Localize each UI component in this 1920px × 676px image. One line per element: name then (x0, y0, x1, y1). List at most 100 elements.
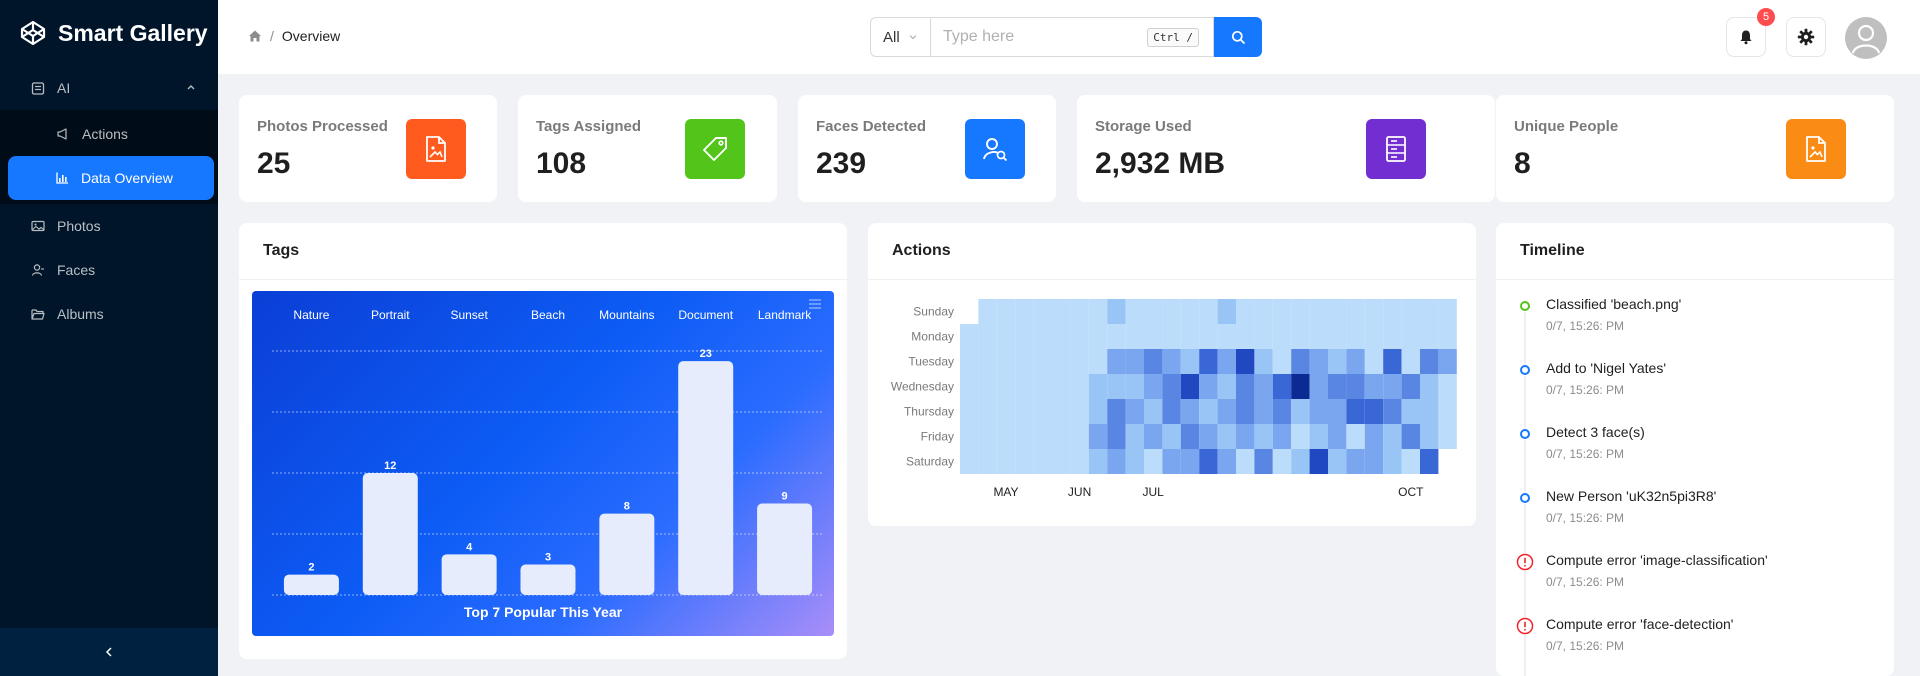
heatmap-cell[interactable] (1328, 324, 1347, 349)
heatmap-cell[interactable] (1291, 324, 1310, 349)
heatmap-cell[interactable] (1144, 449, 1163, 474)
heatmap-cell[interactable] (1254, 424, 1273, 449)
heatmap-cell[interactable] (1199, 449, 1218, 474)
heatmap-cell[interactable] (1383, 424, 1402, 449)
menu-icon[interactable] (807, 297, 823, 311)
notifications-button[interactable]: 5 (1726, 8, 1775, 57)
heatmap-cell[interactable] (1052, 349, 1071, 374)
heatmap-cell[interactable] (960, 399, 979, 424)
heatmap-cell[interactable] (996, 299, 1016, 324)
heatmap-cell[interactable] (1328, 299, 1347, 324)
heatmap-cell[interactable] (1015, 374, 1034, 399)
heatmap-cell[interactable] (1088, 424, 1108, 449)
heatmap-cell[interactable] (996, 374, 1016, 399)
heatmap-cell[interactable] (1254, 449, 1273, 474)
heatmap-cell[interactable] (1401, 374, 1420, 399)
heatmap-cell[interactable] (1125, 449, 1144, 474)
heatmap-cell[interactable] (1107, 324, 1126, 349)
bar[interactable] (441, 554, 497, 595)
heatmap-cell[interactable] (1015, 324, 1034, 349)
sidebar-item-data-overview[interactable]: Data Overview (8, 156, 214, 200)
heatmap-cell[interactable] (1052, 374, 1071, 399)
heatmap-cell[interactable] (1107, 424, 1126, 449)
heatmap-cell[interactable] (1107, 374, 1126, 399)
app-logo[interactable]: Smart Gallery (0, 0, 218, 66)
heatmap-cell[interactable] (1125, 424, 1144, 449)
heatmap-cell[interactable] (1162, 349, 1181, 374)
heatmap-cell[interactable] (1401, 424, 1420, 449)
heatmap-cell[interactable] (1438, 299, 1457, 324)
heatmap-cell[interactable] (1162, 299, 1181, 324)
heatmap-cell[interactable] (1162, 399, 1181, 424)
heatmap-cell[interactable] (1328, 349, 1347, 374)
heatmap-cell[interactable] (1438, 424, 1457, 449)
heatmap-cell[interactable] (1033, 349, 1052, 374)
heatmap-cell[interactable] (1162, 374, 1181, 399)
heatmap-cell[interactable] (978, 299, 997, 324)
heatmap-cell[interactable] (1383, 299, 1402, 324)
heatmap-cell[interactable] (1162, 324, 1181, 349)
heatmap-cell[interactable] (1144, 299, 1163, 324)
heatmap-cell[interactable] (1420, 349, 1439, 374)
heatmap-cell[interactable] (1125, 299, 1144, 324)
heatmap-cell[interactable] (1144, 424, 1163, 449)
heatmap-cell[interactable] (1070, 299, 1089, 324)
heatmap-cell[interactable] (1420, 424, 1439, 449)
heatmap-cell[interactable] (1346, 374, 1365, 399)
heatmap-cell[interactable] (1199, 299, 1218, 324)
home-icon[interactable] (248, 29, 262, 43)
heatmap-cell[interactable] (1309, 449, 1328, 474)
heatmap-cell[interactable] (1107, 349, 1126, 374)
heatmap-cell[interactable] (1236, 299, 1255, 324)
heatmap-cell[interactable] (978, 399, 997, 424)
heatmap-cell[interactable] (1328, 449, 1347, 474)
heatmap-cell[interactable] (1088, 324, 1108, 349)
heatmap-cell[interactable] (960, 324, 979, 349)
heatmap-cell[interactable] (996, 449, 1016, 474)
heatmap-cell[interactable] (1236, 399, 1255, 424)
sidebar-item-actions[interactable]: Actions (0, 112, 218, 156)
heatmap-cell[interactable] (1217, 349, 1236, 374)
settings-button[interactable] (1786, 17, 1826, 57)
heatmap-cell[interactable] (1033, 399, 1052, 424)
heatmap-cell[interactable] (1199, 349, 1218, 374)
heatmap-cell[interactable] (1236, 324, 1255, 349)
heatmap-cell[interactable] (1217, 374, 1236, 399)
heatmap-cell[interactable] (1401, 399, 1420, 424)
heatmap-cell[interactable] (1088, 374, 1108, 399)
heatmap-cell[interactable] (1346, 349, 1365, 374)
heatmap-cell[interactable] (1309, 349, 1328, 374)
heatmap-cell[interactable] (1401, 299, 1420, 324)
heatmap-cell[interactable] (960, 349, 979, 374)
heatmap-cell[interactable] (978, 449, 997, 474)
sidebar-item-ai[interactable]: AI (0, 66, 218, 110)
heatmap-cell[interactable] (1309, 424, 1328, 449)
user-avatar[interactable] (1845, 17, 1887, 59)
heatmap-cell[interactable] (1015, 349, 1034, 374)
heatmap-cell[interactable] (1070, 424, 1089, 449)
heatmap-cell[interactable] (1162, 424, 1181, 449)
heatmap-cell[interactable] (1383, 374, 1402, 399)
heatmap-cell[interactable] (1033, 324, 1052, 349)
heatmap-cell[interactable] (1420, 449, 1439, 474)
heatmap-cell[interactable] (1199, 324, 1218, 349)
heatmap-cell[interactable] (1070, 349, 1089, 374)
heatmap-cell[interactable] (1309, 399, 1328, 424)
heatmap-cell[interactable] (1144, 399, 1163, 424)
bar[interactable] (757, 503, 813, 596)
heatmap-cell[interactable] (1144, 324, 1163, 349)
heatmap-cell[interactable] (1088, 349, 1108, 374)
heatmap-cell[interactable] (1180, 449, 1200, 474)
search-scope-select[interactable]: All (870, 17, 930, 57)
heatmap-cell[interactable] (996, 424, 1016, 449)
search-button[interactable] (1214, 17, 1262, 57)
heatmap-cell[interactable] (978, 424, 997, 449)
heatmap-cell[interactable] (1162, 449, 1181, 474)
heatmap-cell[interactable] (1015, 424, 1034, 449)
heatmap-cell[interactable] (1125, 349, 1144, 374)
heatmap-cell[interactable] (1346, 399, 1365, 424)
heatmap-cell[interactable] (1180, 399, 1200, 424)
heatmap-cell[interactable] (1272, 399, 1292, 424)
bar[interactable] (520, 564, 576, 596)
heatmap-cell[interactable] (1217, 324, 1236, 349)
